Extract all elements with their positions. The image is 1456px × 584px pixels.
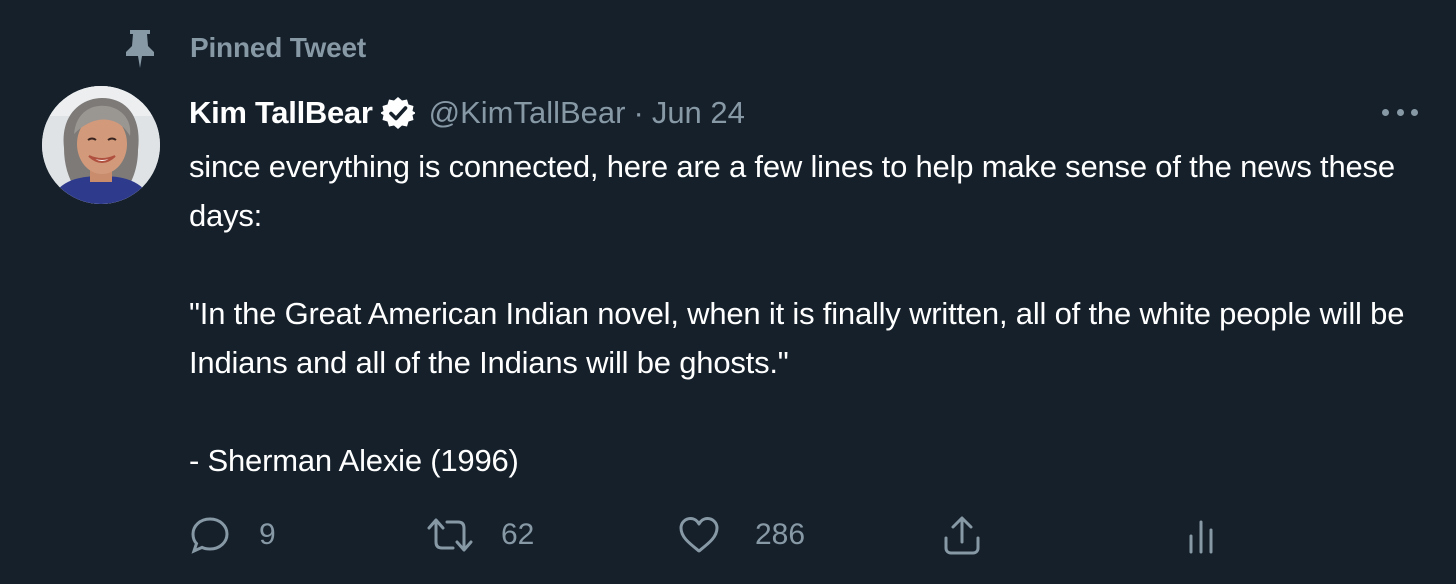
display-name[interactable]: Kim TallBear xyxy=(189,95,373,131)
share-icon xyxy=(944,516,980,555)
pinned-label: Pinned Tweet xyxy=(190,32,366,63)
avatar-image xyxy=(42,86,160,204)
more-dot-icon xyxy=(1411,108,1418,116)
separator-dot: · xyxy=(633,95,644,130)
verified-badge-icon xyxy=(380,97,415,129)
more-options-button[interactable] xyxy=(1380,100,1420,124)
retweet-count: 62 xyxy=(501,518,535,551)
avatar[interactable] xyxy=(42,86,160,204)
more-dot-icon xyxy=(1396,108,1404,116)
analytics-button[interactable] xyxy=(1185,514,1217,556)
reply-icon xyxy=(191,517,229,554)
share-button[interactable] xyxy=(941,514,983,558)
tweet[interactable]: Pinned Tweet Kim TallBear @KimTallBear ·… xyxy=(0,0,1456,584)
like-button[interactable]: 286 xyxy=(677,514,805,556)
retweet-button[interactable]: 62 xyxy=(425,514,534,556)
heart-icon xyxy=(679,517,719,553)
like-count: 286 xyxy=(755,518,806,551)
pinned-indicator: Pinned Tweet xyxy=(124,28,366,68)
reply-button[interactable]: 9 xyxy=(189,514,276,556)
tweet-text: since everything is connected, here are … xyxy=(189,149,1405,478)
tweet-date[interactable]: Jun 24 xyxy=(652,95,745,131)
more-dot-icon xyxy=(1382,108,1389,116)
tweet-actions: 9 62 286 xyxy=(189,514,1239,564)
user-handle[interactable]: @KimTallBear xyxy=(429,95,626,131)
analytics-icon xyxy=(1189,520,1213,554)
tweet-header: Kim TallBear @KimTallBear · Jun 24 xyxy=(189,92,745,134)
retweet-icon xyxy=(427,518,473,552)
reply-count: 9 xyxy=(259,518,276,551)
pin-icon xyxy=(126,30,154,68)
